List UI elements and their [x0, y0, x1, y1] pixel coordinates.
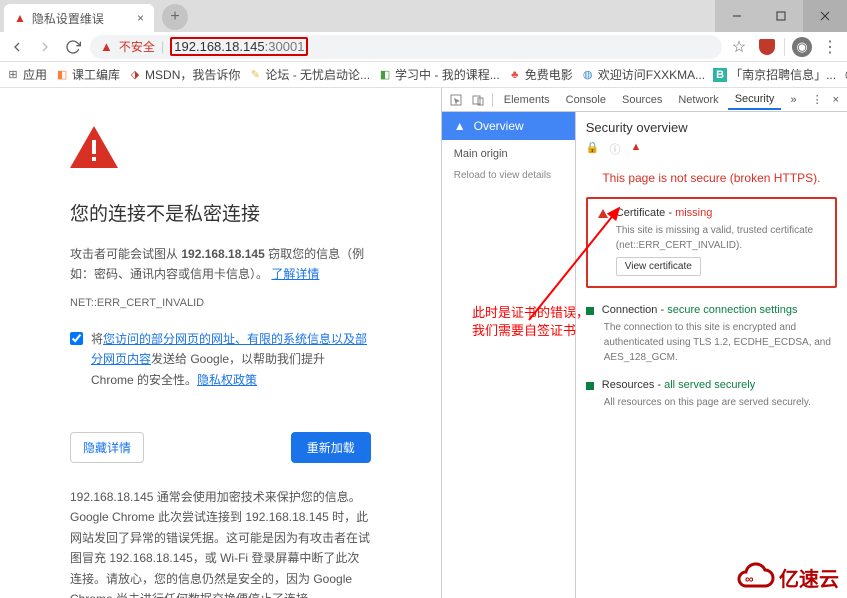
resources-desc: All resources on this page are served se… [604, 395, 837, 410]
close-button[interactable] [803, 0, 847, 32]
safebrowsing-optin: 将您访问的部分网页的网址、有限的系统信息以及部分网页内容发送给 Google，以… [70, 329, 371, 390]
security-status-icons: 🔒 ⓘ ▲ [586, 141, 837, 157]
hide-details-button[interactable]: 隐藏详情 [70, 432, 144, 463]
inspect-icon[interactable] [446, 94, 466, 106]
browser-toolbar: ▲ 不安全 | 192.168.18.145:30001 ☆ ◉ ⋮ [0, 32, 847, 62]
bookmark-icon: ✎ [248, 68, 262, 82]
maximize-button[interactable] [759, 0, 803, 32]
lock-icon: 🔒 [586, 141, 600, 157]
bookmark-item[interactable]: B「南京招聘信息」... [713, 66, 836, 83]
bookmark-item[interactable]: ✎论坛 - 无忧启动论... [248, 66, 370, 83]
bookmark-item[interactable]: ◧学习中 - 我的课程... [378, 66, 500, 83]
connection-block: Connection - secure connection settings … [586, 304, 837, 365]
resources-heading: Resources - all served securely [602, 379, 755, 391]
connection-desc: The connection to this site is encrypted… [604, 320, 837, 365]
watermark-text: 亿速云 [779, 563, 839, 592]
bookmark-item[interactable]: ◍欢迎访问FXXKMA... [581, 66, 705, 83]
bookmark-item[interactable]: ♣免费电影 [508, 66, 573, 83]
bookmark-item[interactable]: ◧课工编库 [55, 66, 120, 83]
error-detail-1: 192.168.18.145 通常会使用加密技术来保护您的信息。Google C… [70, 487, 371, 598]
tab-network[interactable]: Network [671, 91, 725, 109]
warning-triangle-icon [598, 209, 608, 218]
back-button[interactable] [6, 36, 28, 58]
tabs-overflow[interactable]: » [783, 91, 803, 109]
main-origin-label: Main origin [442, 140, 575, 168]
warning-icon: ▲ [630, 141, 641, 157]
browser-tab[interactable]: ▲ 隐私设置维误 × [4, 4, 154, 32]
overview-item[interactable]: ▲ Overview [442, 112, 575, 140]
devtools-panel: Elements Console Sources Network Securit… [441, 88, 847, 598]
certificate-desc: This site is missing a valid, trusted ce… [616, 223, 825, 253]
address-ip: 192.168.18.145 [174, 39, 264, 54]
apps-icon: ⊞ [6, 68, 20, 82]
tab-sources[interactable]: Sources [615, 91, 669, 109]
devtools-close[interactable]: × [829, 94, 843, 106]
profile-avatar[interactable]: ◉ [791, 36, 813, 58]
safebrowsing-checkbox[interactable] [70, 332, 83, 345]
svg-text:∞: ∞ [745, 572, 754, 586]
privacy-policy-link[interactable]: 隐私权政策 [197, 373, 257, 387]
privacy-error-page: 您的连接不是私密连接 攻击者可能会试图从 192.168.18.145 窃取您的… [0, 88, 441, 598]
security-status-text: This page is not secure (broken HTTPS). [586, 171, 837, 185]
security-main: Security overview 🔒 ⓘ ▲ This page is not… [576, 112, 847, 598]
bookmarks-bar: ⊞应用 ◧课工编库 ⬗MSDN，我告诉你 ✎论坛 - 无忧启动论... ◧学习中… [0, 62, 847, 88]
cloud-icon: ∞ [731, 562, 775, 592]
annotation-text: 此时是证书的错误， 我们需要自签证书 [472, 304, 589, 340]
address-highlight: 192.168.18.145:30001 [170, 37, 308, 56]
forward-button[interactable] [34, 36, 56, 58]
reload-button[interactable] [62, 36, 84, 58]
bookmark-item[interactable]: ⬗MSDN，我告诉你 [128, 66, 240, 83]
bookmark-icon: ♣ [508, 68, 522, 82]
danger-icon: ▲ [100, 39, 113, 54]
warning-icon: ▲ [14, 11, 26, 25]
tab-title: 隐私设置维误 [32, 10, 104, 27]
view-certificate-button[interactable]: View certificate [616, 257, 701, 276]
star-icon[interactable]: ☆ [728, 36, 750, 58]
warning-icon: ▲ [454, 119, 466, 133]
certificate-card: Certificate - missing This site is missi… [586, 197, 837, 288]
address-port: :30001 [265, 39, 305, 54]
info-icon: ⓘ [609, 141, 620, 157]
menu-button[interactable]: ⋮ [819, 36, 841, 58]
apps-button[interactable]: ⊞应用 [6, 66, 47, 83]
error-description: 攻击者可能会试图从 192.168.18.145 窃取您的信息（例如：密码、通讯… [70, 244, 371, 285]
security-overview-title: Security overview [586, 120, 837, 135]
learn-more-link[interactable]: 了解详情 [271, 267, 319, 281]
window-controls [715, 0, 847, 32]
insecure-label: 不安全 [119, 38, 155, 55]
bookmark-icon: ⬗ [128, 68, 142, 82]
status-dot-green [586, 382, 594, 390]
resources-block: Resources - all served securely All reso… [586, 379, 837, 410]
minimize-button[interactable] [715, 0, 759, 32]
tab-close-icon[interactable]: × [137, 11, 144, 25]
tab-console[interactable]: Console [559, 91, 613, 109]
tab-elements[interactable]: Elements [497, 91, 557, 109]
devtools-menu[interactable]: ⋮ [808, 93, 827, 106]
danger-triangle-icon [70, 126, 118, 168]
device-icon[interactable] [468, 94, 488, 106]
bookmark-icon: B [713, 68, 727, 82]
bookmark-icon: ◍ [581, 68, 595, 82]
window-titlebar: ▲ 隐私设置维误 × + [0, 0, 847, 32]
error-title: 您的连接不是私密连接 [70, 199, 371, 226]
certificate-heading: Certificate - missing [616, 207, 713, 219]
connection-heading: Connection - secure connection settings [602, 304, 798, 316]
tab-security[interactable]: Security [728, 90, 782, 110]
shield-icon[interactable] [756, 36, 778, 58]
new-tab-button[interactable]: + [162, 4, 188, 30]
devtools-tabs: Elements Console Sources Network Securit… [442, 88, 847, 112]
error-code: NET::ERR_CERT_INVALID [70, 297, 371, 309]
bookmark-icon: ◧ [378, 68, 392, 82]
reload-hint: Reload to view details [442, 168, 575, 183]
bookmark-icon: ◧ [55, 68, 69, 82]
security-sidebar: ▲ Overview Main origin Reload to view de… [442, 112, 576, 598]
address-bar[interactable]: ▲ 不安全 | 192.168.18.145:30001 [90, 35, 722, 59]
reload-button[interactable]: 重新加载 [291, 432, 371, 463]
tab-strip: ▲ 隐私设置维误 × + [0, 0, 715, 32]
watermark: ∞ 亿速云 [731, 562, 839, 592]
